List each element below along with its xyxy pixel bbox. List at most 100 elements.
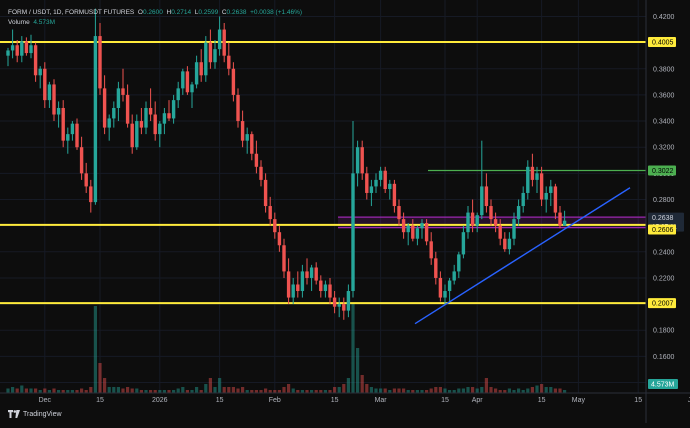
candle-body bbox=[15, 45, 19, 56]
candle-body bbox=[208, 42, 213, 63]
candle-body bbox=[406, 225, 410, 233]
candle-body bbox=[268, 206, 272, 220]
volume-bar bbox=[540, 384, 544, 393]
volume-tag: 4.573M bbox=[651, 382, 675, 389]
volume-legend[interactable]: Volume 4.573M bbox=[8, 19, 55, 26]
volume-bar bbox=[241, 387, 245, 393]
candle-body bbox=[553, 186, 558, 213]
candle-body bbox=[328, 284, 332, 298]
volume-bar bbox=[126, 387, 130, 393]
candle-body bbox=[392, 183, 397, 207]
level-top-tag: 0.4005 bbox=[652, 39, 674, 46]
symbol-header[interactable]: FORM / USDT, 1D, FORMUSDT FUTURES O0.260… bbox=[8, 9, 302, 16]
price-tick-label: 0.3200 bbox=[653, 145, 675, 152]
candle-body bbox=[213, 49, 217, 63]
candle-body bbox=[75, 123, 79, 148]
time-tick-label: 15 bbox=[331, 397, 339, 404]
candle-body bbox=[438, 277, 443, 298]
volume-bar bbox=[24, 388, 28, 393]
candle-body bbox=[378, 170, 383, 180]
volume-bar bbox=[282, 387, 286, 393]
symbol-title[interactable]: FORM / USDT, 1D, FORMUSDT FUTURES bbox=[8, 9, 134, 16]
candle-body bbox=[116, 88, 121, 108]
candle-body bbox=[38, 68, 42, 76]
chart-background bbox=[0, 0, 690, 423]
volume-bar bbox=[80, 388, 84, 393]
volume-bar bbox=[526, 388, 530, 393]
volume-bar bbox=[20, 385, 24, 393]
volume-bar bbox=[558, 388, 562, 393]
volume-bar bbox=[103, 378, 107, 393]
volume-bar bbox=[535, 385, 539, 393]
candle-body bbox=[562, 220, 567, 226]
volume-bar bbox=[351, 303, 355, 393]
time-tick-label: 15 bbox=[216, 397, 224, 404]
candle-body bbox=[365, 173, 369, 193]
candle-body bbox=[447, 280, 452, 292]
candle-body bbox=[351, 173, 355, 292]
time-tick-label: Dec bbox=[39, 397, 52, 404]
volume-bar bbox=[218, 378, 222, 393]
candle-body bbox=[135, 121, 139, 148]
volume-bar bbox=[379, 388, 383, 393]
tradingview-icon bbox=[8, 410, 20, 418]
volume-bar bbox=[135, 388, 139, 393]
candle-body bbox=[121, 88, 125, 95]
price-tick-label: 0.1800 bbox=[653, 328, 675, 335]
volume-bar bbox=[480, 387, 484, 393]
time-tick-label: 2026 bbox=[152, 397, 168, 404]
tradingview-logo[interactable]: TradingView bbox=[8, 410, 62, 418]
price-tick-label: 0.3600 bbox=[653, 92, 675, 99]
volume-bar bbox=[507, 388, 511, 393]
candle-body bbox=[503, 238, 507, 250]
close-value: 0.2638 bbox=[226, 9, 247, 16]
candle-body bbox=[144, 107, 148, 128]
candle-body bbox=[47, 84, 52, 101]
candle-body bbox=[171, 100, 176, 119]
volume-bar bbox=[333, 387, 337, 393]
candle-body bbox=[10, 45, 15, 51]
level-resistance-tag: 0.3022 bbox=[652, 168, 674, 175]
candle-body bbox=[296, 284, 300, 292]
price-tick-label: 0.2800 bbox=[653, 197, 675, 204]
level-low-tag: 0.2007 bbox=[652, 301, 674, 308]
volume-bar bbox=[93, 306, 97, 393]
time-tick-label: May bbox=[572, 397, 586, 404]
price-chart[interactable]: 0.42000.40000.38000.36000.34000.32000.30… bbox=[0, 0, 690, 423]
candle-body bbox=[162, 113, 167, 124]
candle-body bbox=[461, 232, 466, 255]
time-tick-label: Feb bbox=[269, 397, 281, 404]
volume-bar bbox=[222, 387, 226, 393]
candle-body bbox=[130, 123, 134, 148]
candle-body bbox=[388, 183, 392, 190]
price-axis[interactable]: 0.42000.40000.38000.36000.34000.32000.30… bbox=[653, 14, 675, 387]
candle-body bbox=[475, 215, 479, 226]
candle-body bbox=[79, 147, 84, 174]
volume-bar bbox=[287, 384, 291, 393]
candle-body bbox=[530, 166, 535, 180]
candle-body bbox=[443, 291, 447, 298]
price-tick-label: 0.3800 bbox=[653, 66, 675, 73]
candle-body bbox=[415, 228, 420, 239]
candle-body bbox=[89, 186, 93, 203]
candle-body bbox=[346, 291, 351, 311]
candle-body bbox=[56, 107, 61, 115]
volume-bar bbox=[130, 388, 134, 393]
candle-body bbox=[291, 284, 295, 298]
volume-bar bbox=[98, 363, 102, 393]
volume-bar bbox=[176, 388, 180, 393]
time-tick-label: Mar bbox=[375, 397, 388, 404]
candle-body bbox=[20, 41, 24, 56]
candle-body bbox=[6, 50, 10, 56]
volume-bar bbox=[236, 388, 240, 393]
volume-name[interactable]: Volume bbox=[8, 19, 30, 26]
candle-body bbox=[493, 219, 498, 226]
volume-bar bbox=[553, 388, 557, 393]
volume-bar bbox=[208, 378, 212, 393]
volume-bar bbox=[457, 388, 461, 393]
time-tick-label: 15 bbox=[634, 397, 642, 404]
candle-body bbox=[61, 107, 65, 141]
chart-area[interactable]: 0.42000.40000.38000.36000.34000.32000.30… bbox=[0, 0, 690, 423]
candle-body bbox=[397, 206, 401, 220]
candle-body bbox=[526, 166, 530, 193]
